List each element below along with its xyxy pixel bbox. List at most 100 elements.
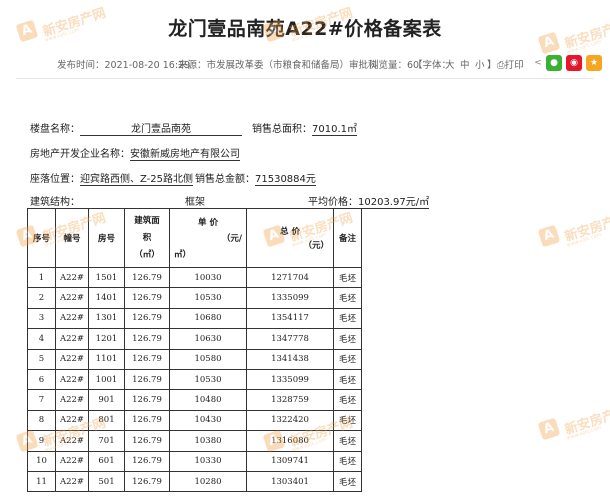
cell-room: 901 [88, 389, 125, 411]
table-row: 7 A22# 901 126.79 10480 1328759 毛坯 [27, 389, 362, 411]
cell-price: 10330 [169, 450, 247, 472]
cell-total: 1309741 [246, 450, 334, 472]
cell-seq: 3 [27, 307, 56, 330]
cell-total: 1335099 [246, 368, 334, 391]
cell-price: 10280 [169, 470, 247, 493]
cell-room: 1201 [88, 328, 125, 350]
cell-area: 126.79 [124, 287, 170, 309]
cell-remark: 毛坯 [333, 328, 362, 350]
view-count: 浏览量：60 [369, 60, 420, 71]
avg-price-field: 平均价格：10203.97元/㎡ [308, 197, 430, 209]
project-value: 龙门壹品南苑 [80, 120, 242, 136]
cell-total: 1271704 [246, 266, 334, 289]
watermark: A 新安房产网 www.xafc.com [537, 211, 610, 251]
cell-remark: 毛坯 [333, 430, 362, 452]
cell-room: 1101 [88, 348, 125, 370]
header-unit-price: 单 价 （元/ ㎡） [169, 208, 247, 268]
cell-total: 1341438 [246, 348, 334, 370]
cell-area: 126.79 [124, 470, 170, 493]
cell-area: 126.79 [124, 409, 170, 432]
watermark-sub: www.xafc.com [566, 424, 603, 442]
cell-seq: 6 [27, 368, 56, 391]
font-size-end: 】 [487, 60, 497, 71]
cell-building: A22# [55, 389, 89, 411]
header-total-price: 总 价 （元） [246, 208, 334, 268]
table-row: 3 A22# 1301 126.79 10680 1354117 毛坯 [27, 307, 362, 330]
font-small-button[interactable]: 小 [475, 57, 485, 71]
cell-total: 1347778 [246, 328, 334, 350]
wechat-icon[interactable]: ● [546, 55, 562, 71]
cell-area: 126.79 [124, 307, 170, 330]
cell-price: 10380 [169, 430, 247, 452]
print-button[interactable]: ⎙打印 [497, 57, 524, 71]
header-room: 房号 [88, 208, 125, 268]
cell-room: 501 [88, 470, 125, 493]
price-table: 序号 幢号 房号 建筑面 积 （㎡） 单 价 （元/ ㎡） 总 价 （元） 备注… [27, 208, 362, 493]
total-amount-field: 销售总金额：71530884元 [195, 174, 316, 186]
cell-area: 126.79 [124, 430, 170, 452]
total-amount-value: 71530884元 [255, 174, 316, 186]
location-field: 座落位置：迎宾路西侧、Z-25路北侧 [30, 174, 194, 186]
cell-area: 126.79 [124, 328, 170, 350]
cell-area: 126.79 [124, 450, 170, 472]
table-row: 9 A22# 701 126.79 10380 1316080 毛坯 [27, 430, 362, 452]
cell-price: 10480 [169, 389, 247, 411]
avg-price-value: 10203.97元/㎡ [358, 197, 430, 209]
cell-total: 1322420 [246, 409, 334, 432]
cell-total: 1303401 [246, 470, 334, 493]
cell-seq: 9 [27, 430, 56, 452]
cell-room: 1001 [88, 368, 125, 391]
header-remark: 备注 [333, 208, 362, 268]
structure-value: 框架 [80, 193, 310, 209]
cell-remark: 毛坯 [333, 368, 362, 391]
cell-building: A22# [55, 470, 89, 493]
cell-building: A22# [55, 450, 89, 472]
share-icon[interactable]: < [530, 55, 546, 71]
cell-seq: 8 [27, 409, 56, 432]
cell-remark: 毛坯 [333, 470, 362, 493]
cell-remark: 毛坯 [333, 450, 362, 472]
cell-room: 701 [88, 430, 125, 452]
cell-area: 126.79 [124, 266, 170, 289]
table-row: 4 A22# 1201 126.79 10630 1347778 毛坯 [27, 328, 362, 350]
cell-room: 601 [88, 450, 125, 472]
table-header-row: 序号 幢号 房号 建筑面 积 （㎡） 单 价 （元/ ㎡） 总 价 （元） 备注 [27, 208, 362, 268]
cell-area: 126.79 [124, 368, 170, 391]
cell-room: 1401 [88, 287, 125, 309]
watermark-sub: www.xafc.com [566, 38, 603, 56]
cell-price: 10030 [169, 266, 247, 289]
cell-seq: 11 [27, 470, 56, 493]
cell-building: A22# [55, 409, 89, 432]
header-area: 建筑面 积 （㎡） [124, 208, 170, 268]
table-row: 2 A22# 1401 126.79 10530 1335099 毛坯 [27, 287, 362, 309]
cell-building: A22# [55, 266, 89, 289]
structure-field: 建筑结构： 框架 [30, 193, 310, 209]
cell-room: 1301 [88, 307, 125, 330]
favorite-icon[interactable]: ★ [586, 55, 602, 71]
table-row: 6 A22# 1001 126.79 10530 1335099 毛坯 [27, 368, 362, 391]
cell-total: 1354117 [246, 307, 334, 330]
cell-remark: 毛坯 [333, 389, 362, 411]
header-seq: 序号 [27, 208, 56, 268]
cell-price: 10630 [169, 328, 247, 350]
page-title: 龙门壹品南苑A22#价格备案表 [168, 18, 442, 40]
font-large-button[interactable]: 大 [445, 57, 455, 71]
watermark-text: 新安房产网 [563, 403, 610, 439]
cell-total: 1335099 [246, 287, 334, 309]
table-row: 11 A22# 501 126.79 10280 1303401 毛坯 [27, 470, 362, 493]
cell-price: 10530 [169, 287, 247, 309]
table-row: 5 A22# 1101 126.79 10580 1341438 毛坯 [27, 348, 362, 370]
weibo-icon[interactable]: ◉ [566, 55, 582, 71]
watermark: A 新安房产网 www.xafc.com [537, 404, 610, 444]
watermark-sub: www.xafc.com [566, 231, 603, 249]
cell-remark: 毛坯 [333, 348, 362, 370]
cell-price: 10680 [169, 307, 247, 330]
developer-field: 房地产开发企业名称：安徽新威房地产有限公司 [30, 149, 240, 161]
cell-building: A22# [55, 430, 89, 452]
font-medium-button[interactable]: 中 [460, 57, 470, 71]
total-area-field: 销售总面积：7010.1㎡ [252, 124, 357, 136]
developer-value: 安徽新威房地产有限公司 [130, 149, 240, 161]
publish-time: 发布时间：2021-08-20 16:29 [57, 60, 191, 71]
cell-remark: 毛坯 [333, 287, 362, 309]
cell-seq: 4 [27, 328, 56, 350]
